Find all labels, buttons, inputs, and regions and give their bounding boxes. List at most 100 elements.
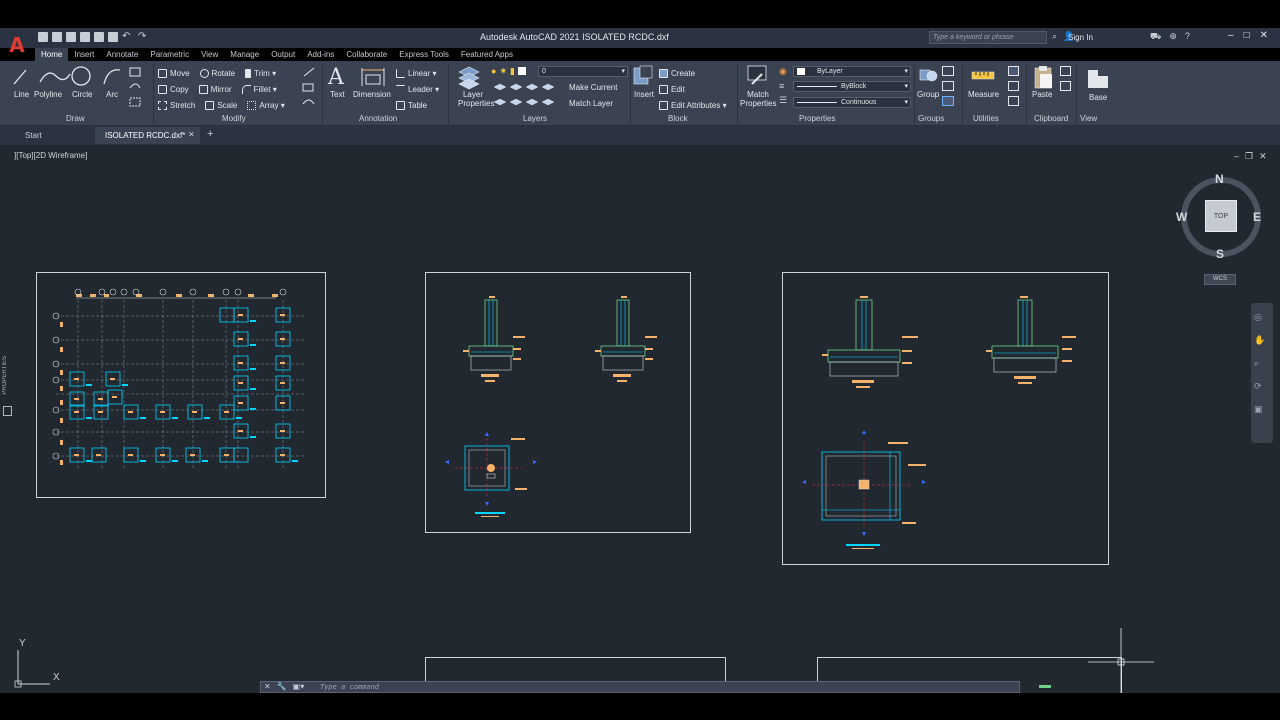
measure-button[interactable]: Measure xyxy=(968,90,999,99)
circle-button[interactable]: Circle xyxy=(72,90,92,99)
showmotion-icon[interactable]: ▣ xyxy=(1254,404,1265,415)
trim-button[interactable]: Trim ▾ xyxy=(245,66,276,82)
color-swatch-icon[interactable] xyxy=(517,67,526,75)
view-panel-title[interactable]: View xyxy=(1080,114,1097,123)
recent-commands-icon[interactable]: ▣▾ xyxy=(293,682,305,691)
groups-panel-title[interactable]: Groups xyxy=(918,114,944,123)
block-panel-title[interactable]: Block xyxy=(668,114,688,123)
close-tab-icon[interactable]: ✕ xyxy=(188,130,195,139)
leader-button[interactable]: Leader ▾ xyxy=(396,82,439,98)
mirror-button[interactable]: Mirror xyxy=(198,82,232,98)
command-input[interactable]: Type a command xyxy=(320,683,379,691)
copy-button[interactable]: Copy xyxy=(158,82,189,98)
clipboard-panel-title[interactable]: Clipboard xyxy=(1034,114,1068,123)
table-button[interactable]: Table xyxy=(396,98,439,114)
layer-dropdown[interactable]: 0 ▾ xyxy=(538,66,628,77)
new-icon[interactable] xyxy=(38,32,48,42)
save-icon[interactable] xyxy=(66,32,76,42)
match-properties-button[interactable]: Match Properties xyxy=(740,90,776,108)
rotate-button[interactable]: Rotate xyxy=(199,66,235,82)
print-icon[interactable] xyxy=(108,32,118,42)
sheet-footing-details-2[interactable] xyxy=(782,272,1110,566)
compass-east[interactable]: E xyxy=(1253,210,1261,224)
minimize-icon[interactable]: – xyxy=(1228,30,1234,41)
group-selection-icon[interactable] xyxy=(942,96,954,106)
compass-west[interactable]: W xyxy=(1176,210,1187,224)
tab-home[interactable]: Home xyxy=(35,48,69,61)
copy-clip-icon[interactable] xyxy=(1060,81,1071,91)
customize-icon[interactable]: 🔧 xyxy=(277,682,287,691)
dimension-button[interactable]: Dimension xyxy=(353,90,391,99)
zoom-icon[interactable]: ⌕ xyxy=(1254,358,1265,369)
annotation-panel-title[interactable]: Annotation xyxy=(359,114,397,123)
linear-button[interactable]: Linear ▾ xyxy=(396,66,439,82)
base-button[interactable]: Base xyxy=(1089,93,1107,102)
create-block-button[interactable]: Create xyxy=(659,66,727,82)
sign-in-link[interactable]: Sign In xyxy=(1068,33,1093,42)
viewport-label[interactable]: ][Top][2D Wireframe] xyxy=(14,151,87,160)
file-tab-start[interactable]: Start xyxy=(15,127,52,144)
lightbulb-icon[interactable]: ● xyxy=(491,66,496,77)
utilities-panel-title[interactable]: Utilities xyxy=(973,114,999,123)
application-menu-button[interactable]: A xyxy=(6,34,28,56)
linetype-dropdown[interactable]: Continuous ▾ xyxy=(793,97,911,108)
close-icon[interactable]: ✕ xyxy=(1260,30,1268,41)
fillet-button[interactable]: Fillet ▾ xyxy=(241,82,277,98)
lock-icon[interactable]: ▮ xyxy=(510,66,515,77)
arc-button[interactable]: Arc xyxy=(106,90,118,99)
quick-select-icon[interactable] xyxy=(1008,66,1019,76)
group-button[interactable]: Group xyxy=(917,90,939,99)
undo-icon[interactable]: ↶ xyxy=(122,32,134,42)
compass-south[interactable]: S xyxy=(1216,247,1224,261)
properties-palette-icon[interactable] xyxy=(3,406,12,416)
color-dropdown[interactable]: ByLayer ▾ xyxy=(793,66,911,77)
tab-collaborate[interactable]: Collaborate xyxy=(340,48,393,61)
tab-insert[interactable]: Insert xyxy=(68,48,100,61)
plot-icon[interactable] xyxy=(94,32,104,42)
calculator-icon[interactable] xyxy=(1008,81,1019,91)
tab-output[interactable]: Output xyxy=(265,48,301,61)
array-button[interactable]: Array ▾ xyxy=(247,98,285,114)
orbit-icon[interactable]: ⟳ xyxy=(1254,381,1265,392)
tab-parametric[interactable]: Parametric xyxy=(144,48,195,61)
scale-button[interactable]: Scale xyxy=(205,98,237,114)
binoculars-icon[interactable]: ⌕ xyxy=(1052,31,1057,42)
viewport-minimize-icon[interactable]: – xyxy=(1234,151,1239,162)
wcs-menu[interactable]: WCS xyxy=(1204,274,1236,285)
viewport-restore-icon[interactable]: ❐ xyxy=(1245,151,1253,162)
tab-annotate[interactable]: Annotate xyxy=(100,48,144,61)
sheet-footing-details-1[interactable] xyxy=(425,272,692,534)
close-command-icon[interactable]: ✕ xyxy=(264,682,271,691)
edit-attributes-button[interactable]: Edit Attributes ▾ xyxy=(659,98,727,114)
move-button[interactable]: Move xyxy=(158,66,190,82)
ungroup-icon[interactable] xyxy=(942,66,954,76)
tab-featured-apps[interactable]: Featured Apps xyxy=(455,48,519,61)
viewport-close-icon[interactable]: ✕ xyxy=(1259,151,1267,162)
modify-panel-title[interactable]: Modify xyxy=(222,114,246,123)
polyline-button[interactable]: Polyline xyxy=(34,90,62,99)
text-button[interactable]: Text xyxy=(330,90,345,99)
maximize-icon[interactable]: □ xyxy=(1244,30,1250,41)
tab-view[interactable]: View xyxy=(195,48,224,61)
help-icon[interactable]: ? xyxy=(1185,31,1190,43)
lineweight-dropdown[interactable]: ByBlock ▾ xyxy=(793,81,911,92)
line-button[interactable]: Line xyxy=(14,90,29,99)
make-current-button[interactable]: Make Current xyxy=(569,83,617,92)
group-edit-icon[interactable] xyxy=(942,81,954,91)
search-input[interactable]: Type a keyword or phrase xyxy=(929,31,1047,44)
layer-properties-button[interactable]: Layer Properties xyxy=(458,90,494,108)
pan-icon[interactable]: ✋ xyxy=(1254,335,1265,346)
sheet-foundation-plan[interactable] xyxy=(36,272,327,499)
steering-wheel-icon[interactable]: ◎ xyxy=(1254,312,1265,323)
properties-panel-title[interactable]: Properties xyxy=(799,114,835,123)
edit-block-button[interactable]: Edit xyxy=(659,82,727,98)
sun-icon[interactable]: ✷ xyxy=(499,66,507,77)
layers-panel-title[interactable]: Layers xyxy=(523,114,547,123)
tab-manage[interactable]: Manage xyxy=(224,48,265,61)
open-icon[interactable] xyxy=(52,32,62,42)
id-point-icon[interactable] xyxy=(1008,96,1019,106)
exchange-icon[interactable]: ⊕ xyxy=(1169,31,1177,43)
cut-icon[interactable] xyxy=(1060,66,1071,76)
tab-add-ins[interactable]: Add-ins xyxy=(301,48,340,61)
viewcube-top-face[interactable]: TOP xyxy=(1205,200,1237,232)
